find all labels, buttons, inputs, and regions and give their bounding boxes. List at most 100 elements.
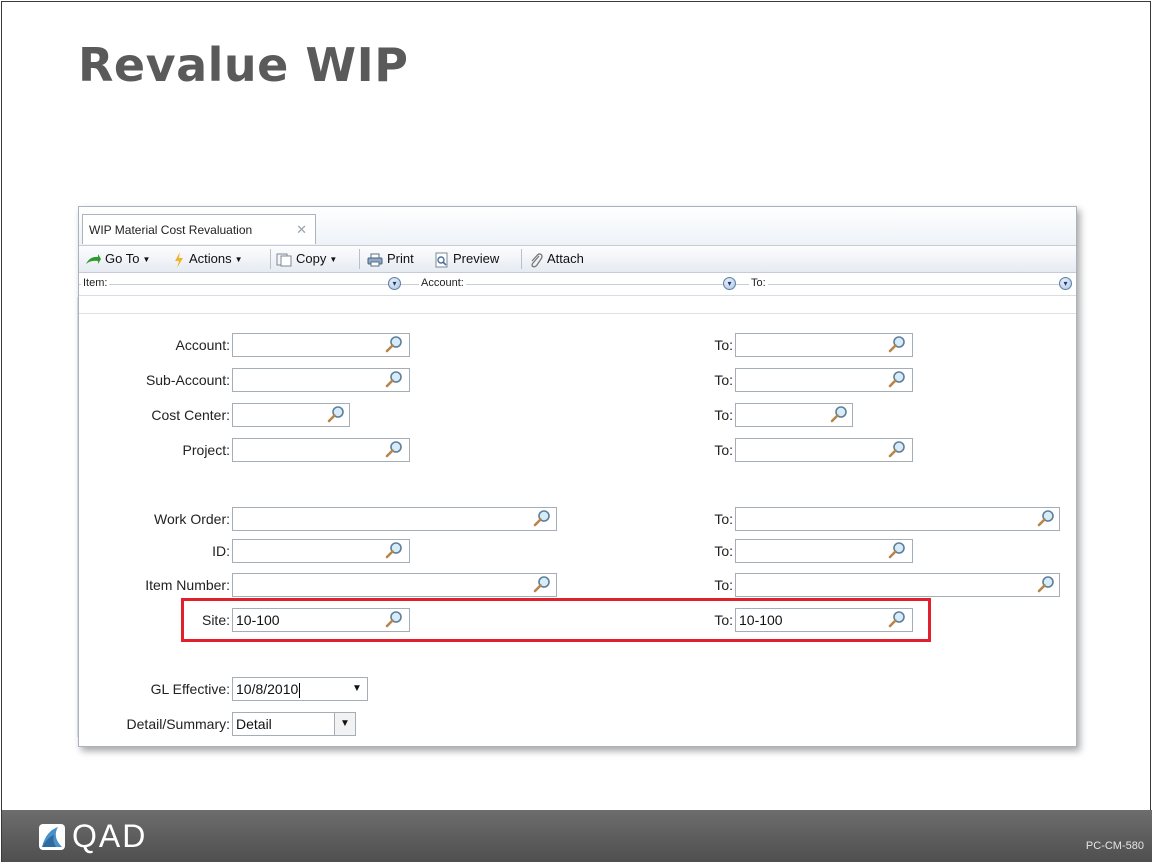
- left-edge-divider: [77, 297, 78, 737]
- actions-button[interactable]: Actions ▼: [173, 250, 243, 268]
- account-label: Account:: [175, 337, 230, 353]
- detail-summary-value: Detail: [236, 716, 272, 732]
- account-to-label: To:: [714, 337, 733, 353]
- filter-item-label: Item:: [81, 277, 110, 289]
- work-order-search-icon[interactable]: [533, 509, 551, 527]
- site-label: Site:: [201, 612, 230, 628]
- item-number-to-input[interactable]: [735, 573, 1060, 597]
- attach-label: Attach: [547, 251, 584, 266]
- slide-footer: QAD PC-CM-580: [2, 810, 1152, 862]
- id-search-icon[interactable]: [385, 541, 403, 559]
- project-label: Project:: [182, 442, 230, 458]
- actions-caret-icon: ▼: [234, 254, 243, 264]
- qad-logo-icon: [39, 824, 65, 850]
- paperclip-icon: [531, 252, 543, 267]
- cost-center-to-label: To:: [714, 407, 733, 423]
- toolbar: Go To ▼ Actions ▼ Copy ▼ Print Preview A…: [79, 246, 1076, 273]
- item-number-to-label: To:: [714, 577, 733, 593]
- preview-label: Preview: [453, 251, 500, 266]
- toolbar-separator: [270, 249, 271, 269]
- sub-account-to-input[interactable]: [735, 368, 913, 392]
- account-search-icon[interactable]: [385, 335, 403, 353]
- id-to-input[interactable]: [735, 539, 913, 563]
- site-to-search-icon[interactable]: [888, 610, 906, 628]
- gl-effective-date-picker[interactable]: 10/8/2010 ▼: [232, 677, 368, 701]
- toolbar-separator: [359, 249, 360, 269]
- site-search-icon[interactable]: [385, 610, 403, 628]
- goto-caret-icon: ▼: [142, 254, 151, 264]
- copy-caret-icon: ▼: [329, 254, 338, 264]
- project-to-label: To:: [714, 442, 733, 458]
- project-to-search-icon[interactable]: [888, 440, 906, 458]
- filter-account-label: Account:: [419, 277, 466, 289]
- tab-label: WIP Material Cost Revaluation: [89, 223, 253, 237]
- item-number-input[interactable]: [232, 573, 557, 597]
- sub-account-to-label: To:: [714, 372, 733, 388]
- filter-account-expand-icon[interactable]: ▾: [723, 277, 736, 290]
- gl-effective-label: GL Effective:: [150, 681, 230, 697]
- item-number-to-search-icon[interactable]: [1037, 575, 1055, 593]
- preview-button[interactable]: Preview: [435, 250, 499, 268]
- site-to-input[interactable]: 10-100: [735, 608, 913, 632]
- goto-button[interactable]: Go To ▼: [85, 250, 150, 268]
- gl-effective-value: 10/8/2010: [236, 681, 299, 697]
- account-input[interactable]: [232, 333, 410, 357]
- attach-button[interactable]: Attach: [529, 250, 584, 268]
- id-input[interactable]: [232, 539, 410, 563]
- copy-label: Copy: [296, 251, 327, 266]
- work-order-to-label: To:: [714, 511, 733, 527]
- text-cursor: [299, 682, 301, 698]
- filter-to-expand-icon[interactable]: ▾: [1059, 277, 1072, 290]
- detail-summary-label: Detail/Summary:: [126, 716, 230, 732]
- filter-to-label: To:: [749, 277, 768, 289]
- preview-icon: [435, 252, 448, 268]
- tab-close-icon[interactable]: ✕: [296, 215, 307, 245]
- id-to-search-icon[interactable]: [888, 541, 906, 559]
- divider: [79, 313, 1076, 314]
- project-search-icon[interactable]: [385, 440, 403, 458]
- copy-button[interactable]: Copy ▼: [276, 250, 337, 268]
- slide-title: Revalue WIP: [78, 38, 409, 92]
- actions-label: Actions: [189, 251, 232, 266]
- work-order-to-search-icon[interactable]: [1037, 509, 1055, 527]
- cost-center-to-search-icon[interactable]: [830, 405, 848, 423]
- slide-code: PC-CM-580: [1085, 840, 1144, 852]
- item-number-search-icon[interactable]: [533, 575, 551, 593]
- filter-line: [79, 284, 1069, 285]
- copy-icon: [276, 253, 292, 267]
- filter-bar: Item: ▾ Account: ▾ To: ▾: [79, 273, 1076, 296]
- chevron-down-icon[interactable]: ▼: [347, 678, 367, 700]
- site-to-label: To:: [714, 612, 733, 628]
- cost-center-search-icon[interactable]: [327, 405, 345, 423]
- id-label: ID:: [212, 543, 230, 559]
- account-to-search-icon[interactable]: [888, 335, 906, 353]
- chevron-down-icon[interactable]: ▼: [334, 713, 355, 735]
- tab-bar: WIP Material Cost Revaluation ✕: [79, 207, 1076, 246]
- goto-arrow-icon: [86, 253, 101, 264]
- site-input[interactable]: 10-100: [232, 608, 410, 632]
- project-input[interactable]: [232, 438, 410, 462]
- goto-label: Go To: [105, 251, 140, 266]
- application-window: WIP Material Cost Revaluation ✕ Go To ▼ A…: [77, 206, 1077, 747]
- actions-lightning-icon: [175, 251, 183, 268]
- work-order-input[interactable]: [232, 507, 557, 531]
- filter-item-expand-icon[interactable]: ▾: [388, 277, 401, 290]
- sub-account-to-search-icon[interactable]: [888, 370, 906, 388]
- project-to-input[interactable]: [735, 438, 913, 462]
- account-to-input[interactable]: [735, 333, 913, 357]
- print-button[interactable]: Print: [367, 250, 414, 268]
- cost-center-label: Cost Center:: [151, 407, 230, 423]
- work-order-to-input[interactable]: [735, 507, 1060, 531]
- sub-account-label: Sub-Account:: [145, 372, 230, 388]
- detail-summary-select[interactable]: Detail ▼: [232, 712, 356, 736]
- work-order-label: Work Order:: [154, 511, 230, 527]
- printer-icon: [367, 253, 383, 267]
- sub-account-search-icon[interactable]: [385, 370, 403, 388]
- id-to-label: To:: [714, 543, 733, 559]
- print-label: Print: [387, 251, 414, 266]
- sub-account-input[interactable]: [232, 368, 410, 392]
- tab-wip-material-cost-revaluation[interactable]: WIP Material Cost Revaluation ✕: [82, 214, 316, 244]
- item-number-label: Item Number:: [145, 577, 230, 593]
- footer-brand: QAD: [72, 818, 148, 854]
- toolbar-separator: [521, 249, 522, 269]
